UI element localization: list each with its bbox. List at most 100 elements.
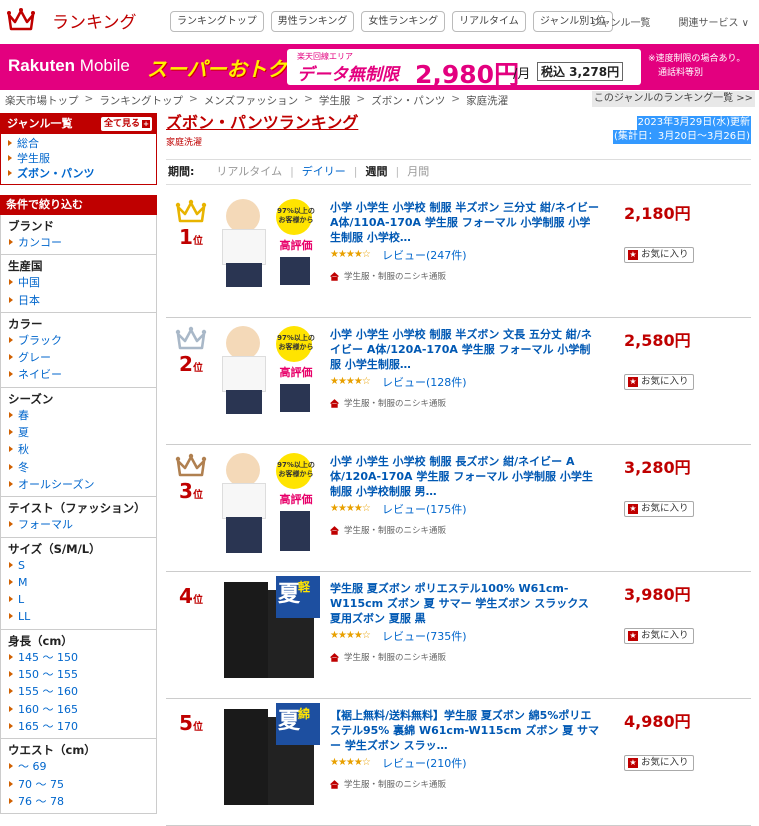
rank-crown-icon: [175, 453, 207, 477]
filter-option[interactable]: グレー: [8, 349, 156, 366]
filter-option[interactable]: フォーマル: [8, 516, 156, 533]
product-title[interactable]: 小学 小学生 小学校 制服 半ズボン 三分丈 紺/ネイビー A体/110A-17…: [330, 200, 600, 245]
review-link[interactable]: レビュー(735件): [382, 628, 467, 644]
product-image[interactable]: 夏綿: [218, 703, 320, 807]
home-icon: [330, 525, 339, 535]
rating-stars: ★★★★☆: [330, 757, 371, 768]
filter-group-title: サイズ（S/M/L）: [8, 541, 101, 556]
filter-option[interactable]: ブラック: [8, 332, 156, 349]
favorite-button[interactable]: お気に入り: [624, 501, 694, 517]
related-services-link[interactable]: 関連サービス ∨: [679, 14, 750, 29]
rank-badge: 3位: [168, 453, 214, 508]
filter-option[interactable]: 165 ～ 170: [8, 718, 156, 735]
tab-weekly[interactable]: 週間: [366, 160, 388, 184]
filter-option[interactable]: 秋: [8, 441, 156, 458]
genre-list-link[interactable]: ジャンル一覧: [591, 14, 651, 29]
breadcrumb-item[interactable]: ランキングトップ: [99, 93, 183, 108]
breadcrumb-item[interactable]: メンズファッション: [204, 93, 298, 108]
filter-group-title: シーズン: [8, 391, 54, 406]
favorite-button[interactable]: お気に入り: [624, 628, 694, 644]
filter-group: テイスト（ファッション） フォーマル: [0, 497, 157, 538]
genre-ranking-list-link[interactable]: このジャンルのランキング一覧 >>: [592, 91, 755, 107]
filter-group-title: 身長（cm）: [8, 633, 73, 648]
genre-box-header: ジャンル一覧 全て見る +: [1, 114, 156, 134]
ranking-item: 3位 97%以上の お客様から 高評価 小学 小学生 小学校 制服 長ズボン 紺/ネイビ…: [166, 445, 751, 572]
filter-option[interactable]: オールシーズン: [8, 476, 156, 493]
filter-option[interactable]: 160 ～ 165: [8, 701, 156, 718]
banner-unlimited: データ無制限: [297, 65, 399, 85]
breadcrumb-item[interactable]: 家庭洗濯: [466, 93, 508, 108]
filter-option[interactable]: 150 ～ 155: [8, 666, 156, 683]
nav-ranking-top[interactable]: ランキングトップ: [170, 11, 264, 32]
product-title[interactable]: 学生服 夏ズボン ポリエステル100% W61cm-W115cm ズボン 夏 サ…: [330, 581, 600, 626]
banner-price-box: 楽天回線エリア データ無制限 2,980円 /月 税込 3,278円: [287, 49, 641, 89]
filter-option[interactable]: 70 ～ 75: [8, 776, 156, 793]
product-image[interactable]: 97%以上の お客様から 高評価: [218, 195, 320, 299]
review-link[interactable]: レビュー(247件): [382, 247, 467, 263]
product-image[interactable]: 97%以上の お客様から 高評価: [218, 322, 320, 426]
rating-stars: ★★★★☆: [330, 503, 371, 514]
banner-per-month: /月: [513, 67, 531, 82]
filter-option[interactable]: ～ 69: [8, 758, 156, 775]
tab-daily[interactable]: デイリー: [302, 160, 346, 184]
filter-option[interactable]: M: [8, 574, 156, 591]
genre-item-current[interactable]: ズボン・パンツ: [7, 166, 156, 181]
breadcrumb-item[interactable]: 学生服: [319, 93, 351, 108]
breadcrumb-item[interactable]: 楽天市場トップ: [5, 93, 79, 108]
shop-link[interactable]: 学生服・制服のニシキ通販: [330, 651, 446, 663]
filter-option[interactable]: 155 ～ 160: [8, 683, 156, 700]
breadcrumb-item[interactable]: ズボン・パンツ: [371, 93, 445, 108]
nav-men-ranking[interactable]: 男性ランキング: [270, 11, 355, 32]
filter-group: ブランド カンコー: [0, 215, 157, 256]
tab-realtime[interactable]: リアルタイム: [216, 160, 282, 184]
review-link[interactable]: レビュー(175件): [382, 501, 467, 517]
rakuten-mobile-banner[interactable]: Rakuten Mobile スーパーおトク 楽天回線エリア データ無制限 2,…: [0, 44, 759, 90]
tab-monthly[interactable]: 月間: [407, 160, 429, 184]
filter-option[interactable]: 夏: [8, 424, 156, 441]
filter-option[interactable]: 春: [8, 407, 156, 424]
rank-number: 2位: [179, 352, 203, 376]
filter-option[interactable]: カンコー: [8, 234, 156, 251]
filter-option[interactable]: 145 ～ 150: [8, 649, 156, 666]
filter-option[interactable]: 76 ～ 78: [8, 793, 156, 810]
filter-option[interactable]: S: [8, 557, 156, 574]
filter-option[interactable]: L: [8, 591, 156, 608]
period-label: 期間:: [168, 165, 195, 178]
genre-item[interactable]: 学生服: [7, 151, 156, 166]
filter-option[interactable]: LL: [8, 608, 156, 625]
rank-badge: 1位: [168, 199, 214, 254]
favorite-button[interactable]: お気に入り: [624, 247, 694, 263]
plus-icon: +: [142, 120, 150, 128]
shop-link[interactable]: 学生服・制服のニシキ通販: [330, 397, 446, 409]
nav-women-ranking[interactable]: 女性ランキング: [361, 11, 446, 32]
shop-link[interactable]: 学生服・制服のニシキ通販: [330, 524, 446, 536]
product-image[interactable]: 夏軽: [218, 576, 320, 680]
nav-realtime[interactable]: リアルタイム: [452, 11, 526, 32]
product-title[interactable]: 小学 小学生 小学校 制服 長ズボン 紺/ネイビー A体/120A-170A 学…: [330, 454, 600, 499]
product-price: 3,980円: [624, 585, 691, 604]
product-title[interactable]: 【裾上無料/送料無料】学生服 夏ズボン 綿5%ポリエステル95% 裏綿 W61c…: [330, 708, 600, 753]
genre-item[interactable]: 総合: [7, 136, 156, 151]
filter-option[interactable]: ネイビー: [8, 366, 156, 383]
filter-group: 身長（cm） 145 ～ 150 150 ～ 155 155 ～ 160 160 ～ 1…: [0, 629, 157, 740]
product-title[interactable]: 小学 小学生 小学校 制服 半ズボン 文長 五分丈 紺/ネイビー A体/120A…: [330, 327, 600, 372]
ranking-item: 5位夏綿【裾上無料/送料無料】学生服 夏ズボン 綿5%ポリエステル95% 裏綿 …: [166, 699, 751, 826]
favorite-button[interactable]: お気に入り: [624, 755, 694, 771]
ranking-logo[interactable]: ランキング: [6, 7, 137, 33]
filter-option[interactable]: 中国: [8, 274, 156, 291]
logo-text: ランキング: [52, 12, 137, 33]
review-link[interactable]: レビュー(210件): [382, 755, 467, 771]
product-image[interactable]: 97%以上の お客様から 高評価: [218, 449, 320, 553]
favorite-button[interactable]: お気に入り: [624, 374, 694, 390]
filter-group: シーズン春夏秋冬オールシーズン: [0, 387, 157, 498]
shop-link[interactable]: 学生服・制服のニシキ通販: [330, 778, 446, 790]
review-link[interactable]: レビュー(128件): [382, 374, 467, 390]
home-icon: [330, 779, 339, 789]
crown-icon: [7, 8, 35, 31]
filter-option[interactable]: 日本: [8, 292, 156, 309]
shop-link[interactable]: 学生服・制服のニシキ通販: [330, 270, 446, 282]
show-all-button[interactable]: 全て見る +: [100, 117, 152, 131]
product-price: 2,580円: [624, 331, 691, 350]
filter-group-title: テイスト（ファッション）: [8, 501, 146, 516]
filter-option[interactable]: 冬: [8, 459, 156, 476]
